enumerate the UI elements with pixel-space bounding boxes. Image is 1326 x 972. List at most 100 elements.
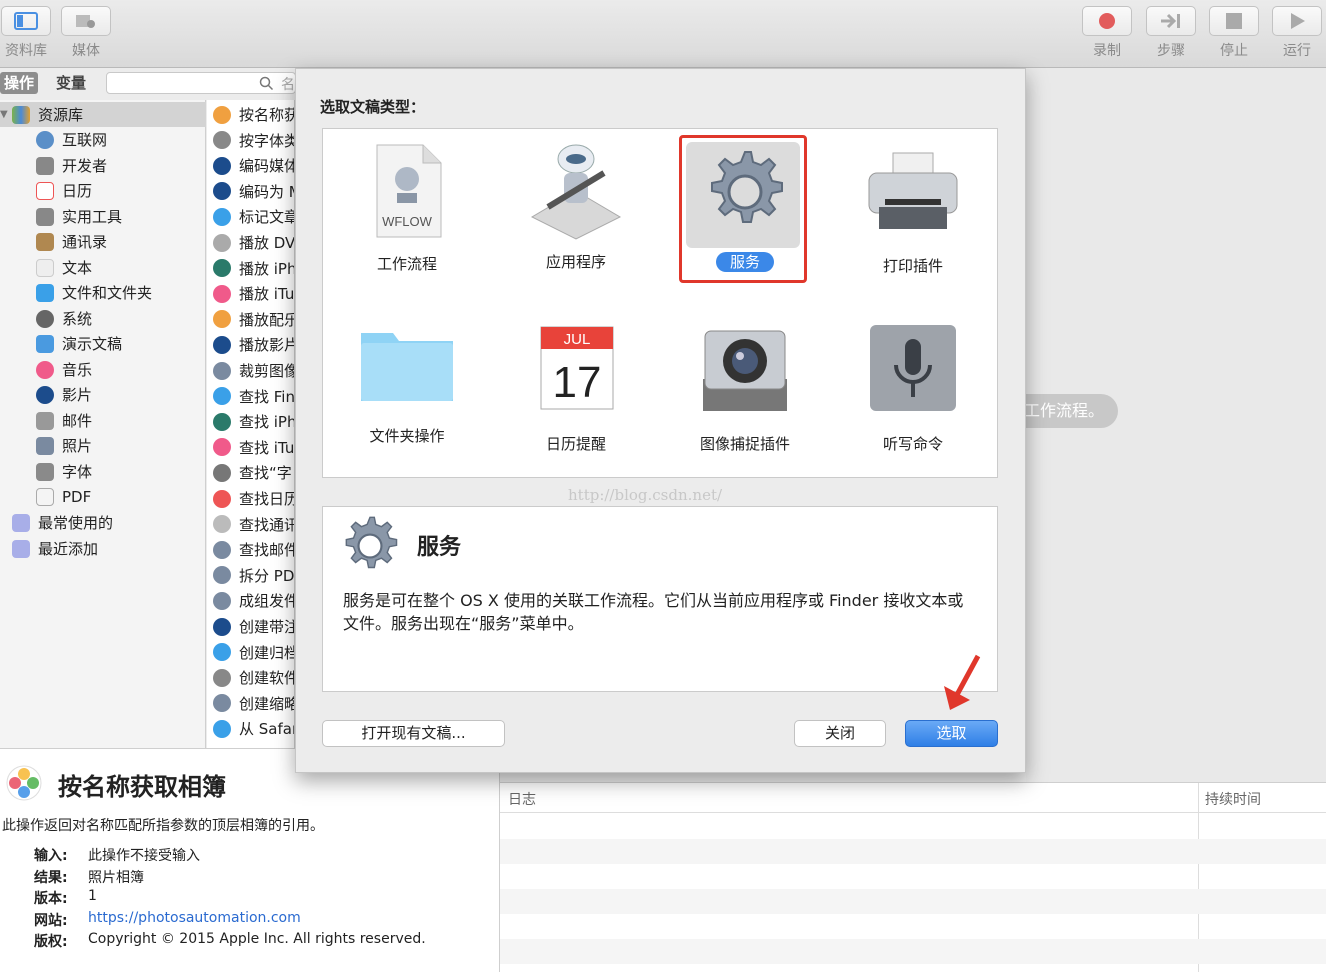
library-item[interactable]: 演示文稿 bbox=[0, 331, 206, 356]
type-service-selected[interactable]: 服务 bbox=[679, 135, 807, 283]
action-item[interactable]: 查找 Fin bbox=[207, 384, 294, 409]
open-existing-button[interactable]: 打开现有文稿... bbox=[322, 720, 505, 747]
watermark: http://blog.csdn.net/ bbox=[568, 486, 723, 504]
workflow-document-icon: WFLOW bbox=[376, 144, 442, 238]
action-item[interactable]: 播放 iPh bbox=[207, 256, 294, 281]
stop-label: 停止 bbox=[1220, 43, 1248, 59]
library-item-label: 音乐 bbox=[62, 361, 93, 379]
action-item[interactable]: 播放 DV bbox=[207, 230, 295, 255]
action-item[interactable]: 查找邮件 bbox=[207, 537, 294, 562]
gear-icon bbox=[345, 516, 398, 569]
action-item-label: 拆分 PD bbox=[239, 566, 295, 585]
search-field[interactable]: 名 bbox=[106, 72, 296, 94]
document-type-grid: WFLOW 工作流程 应用程序 服务 打印插件 文件夹操作 JUL 17 日历提醒… bbox=[322, 128, 998, 478]
action-item[interactable]: 标记文章 bbox=[207, 204, 294, 229]
action-item[interactable]: 查找“字 bbox=[207, 460, 294, 485]
media-button[interactable]: 媒体 bbox=[60, 6, 112, 60]
internet-icon bbox=[36, 130, 54, 149]
library-item[interactable]: 通讯录 bbox=[0, 229, 206, 254]
library-item[interactable]: 文本 bbox=[0, 255, 206, 280]
library-item[interactable]: 文件和文件夹 bbox=[0, 280, 206, 305]
library-item[interactable]: 音乐 bbox=[0, 357, 206, 382]
action-item[interactable]: 编码媒体 bbox=[207, 153, 294, 178]
action-item[interactable]: 从 Safar bbox=[207, 716, 295, 741]
type-calendar-alarm[interactable]: JUL 17 日历提醒 bbox=[506, 323, 646, 454]
action-item[interactable]: 播放影片 bbox=[207, 332, 295, 357]
library-root[interactable]: ▼ 资源库 bbox=[0, 102, 206, 127]
step-button[interactable]: 步骤 bbox=[1145, 6, 1197, 60]
action-item[interactable]: 按名称获 bbox=[207, 102, 294, 127]
log-column-header[interactable]: 日志 bbox=[508, 789, 536, 809]
type-folder-action[interactable]: 文件夹操作 bbox=[337, 325, 477, 446]
action-item[interactable]: 成组发件 bbox=[207, 588, 294, 613]
library-item[interactable]: 照片 bbox=[0, 433, 206, 458]
type-print-plugin[interactable]: 打印插件 bbox=[843, 149, 983, 276]
duration-column-header[interactable]: 持续时间 bbox=[1205, 789, 1261, 809]
library-item-label: 影片 bbox=[62, 386, 93, 404]
action-item[interactable]: 创建缩略 bbox=[207, 691, 294, 716]
action-item[interactable]: 查找 iTu bbox=[207, 435, 294, 460]
action-item[interactable]: 裁剪图像 bbox=[207, 358, 295, 383]
tab-actions[interactable]: 操作 bbox=[0, 72, 39, 94]
action-icon bbox=[213, 694, 231, 713]
library-item[interactable]: 影片 bbox=[0, 382, 206, 407]
library-item[interactable]: PDF bbox=[0, 484, 206, 509]
action-item-label: 播放 DV bbox=[239, 234, 295, 252]
action-item[interactable]: 创建软件 bbox=[207, 665, 294, 690]
choose-button[interactable]: 选取 bbox=[905, 720, 998, 747]
action-icon bbox=[213, 566, 231, 585]
library-item[interactable]: 邮件 bbox=[0, 408, 206, 433]
type-application[interactable]: 应用程序 bbox=[506, 137, 646, 272]
action-item-label: 播放影片 bbox=[239, 336, 295, 355]
library-button[interactable]: 资料库 bbox=[0, 6, 52, 60]
record-button[interactable]: 录制 bbox=[1081, 6, 1133, 60]
action-item[interactable]: 按字体类 bbox=[207, 128, 295, 153]
action-icon bbox=[213, 131, 231, 150]
gear-icon bbox=[711, 151, 783, 223]
action-item-label: 从 Safar bbox=[239, 720, 295, 739]
action-item-label: 按字体类 bbox=[239, 131, 295, 150]
library-group[interactable]: 最近添加 bbox=[0, 536, 206, 561]
library-item[interactable]: 实用工具 bbox=[0, 204, 206, 229]
stop-icon bbox=[1226, 13, 1242, 29]
action-item[interactable]: 播放 iTu bbox=[207, 281, 294, 306]
action-item[interactable]: 播放配乐 bbox=[207, 307, 294, 332]
type-image-capture[interactable]: 图像捕捉插件 bbox=[675, 323, 815, 454]
website-link[interactable]: https://photosautomation.com bbox=[88, 910, 301, 930]
action-icon bbox=[213, 643, 231, 662]
action-icon bbox=[213, 489, 231, 508]
close-button[interactable]: 关闭 bbox=[794, 720, 886, 747]
action-item[interactable]: 查找 iPh bbox=[207, 409, 294, 434]
disclosure-triangle-icon[interactable]: ▼ bbox=[0, 109, 12, 120]
tab-variables[interactable]: 变量 bbox=[52, 72, 90, 94]
type-dictation-command[interactable]: 听写命令 bbox=[843, 323, 983, 454]
action-item[interactable]: 查找日历 bbox=[207, 486, 294, 511]
info-row: 输入: 此操作不接受输入 bbox=[34, 845, 200, 865]
info-row: 结果: 照片相簿 bbox=[34, 867, 144, 887]
photos-icon bbox=[6, 765, 42, 801]
calendar-day: 17 bbox=[553, 358, 602, 407]
info-row: 版权: Copyright © 2015 Apple Inc. All right… bbox=[34, 931, 426, 951]
action-icon bbox=[213, 105, 231, 124]
library-item-label: 字体 bbox=[62, 463, 93, 481]
camera-icon bbox=[703, 330, 787, 411]
action-item[interactable]: 拆分 PD bbox=[207, 563, 295, 588]
library-item[interactable]: 系统 bbox=[0, 306, 206, 331]
action-item[interactable]: 创建归档 bbox=[207, 640, 294, 665]
type-label: 图像捕捉插件 bbox=[699, 435, 790, 453]
stop-button[interactable]: 停止 bbox=[1208, 6, 1260, 60]
library-item[interactable]: 日历 bbox=[0, 178, 206, 203]
library-item[interactable]: 互联网 bbox=[0, 127, 206, 152]
fonts-icon bbox=[36, 462, 54, 481]
run-button[interactable]: 运行 bbox=[1271, 6, 1323, 60]
library-group[interactable]: 最常使用的 bbox=[0, 510, 206, 535]
action-item[interactable]: 编码为 M bbox=[207, 179, 294, 204]
type-workflow[interactable]: WFLOW 工作流程 bbox=[337, 141, 477, 274]
action-item[interactable]: 创建带注 bbox=[207, 614, 294, 639]
action-item[interactable]: 查找通讯 bbox=[207, 512, 294, 537]
library-item[interactable]: 字体 bbox=[0, 459, 206, 484]
workflow-area[interactable]: 工作流程。 bbox=[1006, 68, 1326, 782]
action-item-label: 裁剪图像 bbox=[239, 362, 295, 380]
info-key: 网站: bbox=[34, 913, 68, 929]
library-item[interactable]: 开发者 bbox=[0, 153, 206, 178]
